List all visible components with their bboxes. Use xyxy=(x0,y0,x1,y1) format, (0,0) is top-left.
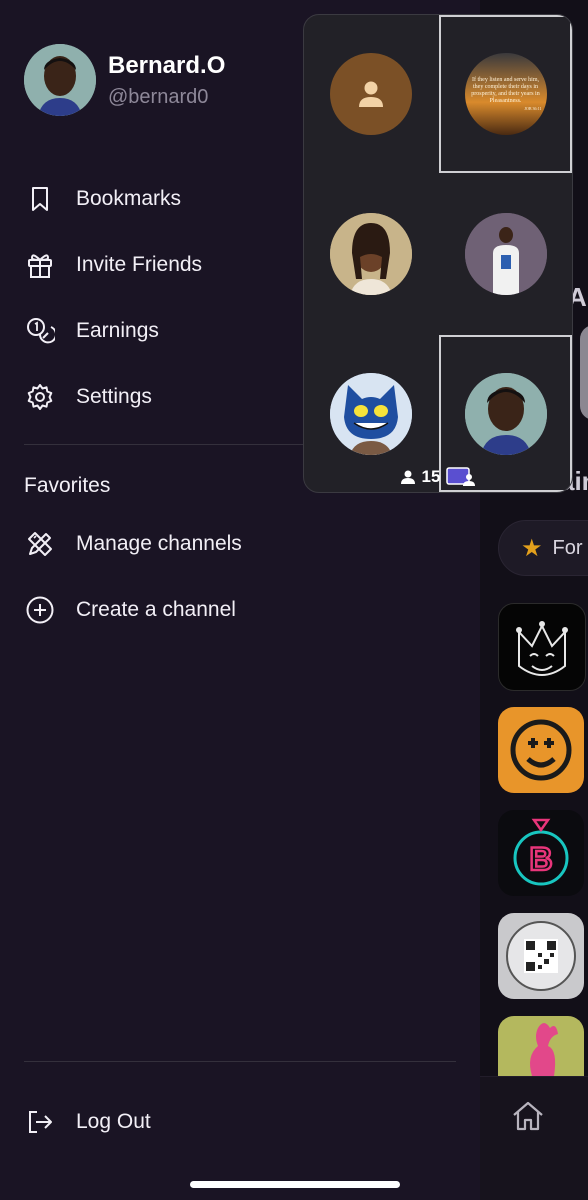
menu-item-label: Bookmarks xyxy=(76,187,182,210)
bottom-tab-bar xyxy=(480,1076,588,1200)
plus-circle-icon xyxy=(24,594,56,626)
participant-avatar xyxy=(464,213,547,295)
gift-icon xyxy=(24,249,56,281)
participant-avatar: If they listen and serve him, they compl… xyxy=(464,53,547,135)
participant-avatar xyxy=(329,373,412,455)
pixel-smiley-icon xyxy=(510,719,572,781)
favorites-tab-label: For xyxy=(552,536,583,559)
person-icon xyxy=(400,470,415,484)
cat-jester-icon xyxy=(516,621,568,676)
self-photo xyxy=(464,372,547,455)
person-icon xyxy=(358,81,383,107)
menu-item-settings[interactable]: Settings xyxy=(24,364,202,430)
verse-text: If they listen and serve him, they compl… xyxy=(471,76,540,104)
participant-avatar xyxy=(464,372,547,455)
menu-item-manage-channels[interactable]: Manage channels xyxy=(24,511,242,577)
logout-label: Log Out xyxy=(76,1110,151,1133)
channel-tile[interactable] xyxy=(498,913,584,999)
channel-tile[interactable] xyxy=(498,707,584,793)
logout-button[interactable]: Log Out xyxy=(24,1089,151,1155)
participant-tile[interactable] xyxy=(439,175,572,333)
rooster-icon xyxy=(530,1023,558,1076)
drawer-menu: Bookmarks Invite Friends Earnings Settin… xyxy=(24,166,202,430)
menu-item-create-channel[interactable]: Create a channel xyxy=(24,577,242,643)
student-avatar xyxy=(464,213,547,295)
anime-girl-avatar xyxy=(329,213,412,295)
participant-avatar xyxy=(329,213,412,295)
channel-tile[interactable] xyxy=(498,603,586,691)
favorites-menu: Manage channels Create a channel xyxy=(24,511,242,643)
call-overlay[interactable]: If they listen and serve him, they compl… xyxy=(303,14,573,493)
menu-item-label: Settings xyxy=(76,385,152,408)
menu-item-bookmarks[interactable]: Bookmarks xyxy=(24,166,202,232)
screen-share-icon[interactable] xyxy=(446,467,476,487)
bg-gray-element xyxy=(580,325,588,420)
menu-item-label: Create a channel xyxy=(76,598,236,621)
profile-handle: @bernard0 xyxy=(108,85,209,108)
pencil-ruler-icon xyxy=(24,528,56,560)
menu-item-earnings[interactable]: Earnings xyxy=(24,298,202,364)
menu-item-label: Earnings xyxy=(76,319,159,342)
cat-cartoon-avatar xyxy=(329,373,412,455)
channel-tile[interactable] xyxy=(498,1016,584,1076)
logout-icon xyxy=(24,1106,56,1138)
profile-header[interactable]: Bernard.O @bernard0 xyxy=(24,44,225,116)
menu-item-label: Invite Friends xyxy=(76,253,203,276)
favorites-tab[interactable]: ★ For xyxy=(498,520,588,576)
qr-seal-icon xyxy=(506,921,576,991)
profile-name: Bernard.O xyxy=(108,51,226,79)
bookmark-icon xyxy=(24,183,56,215)
svg-text:B: B xyxy=(529,841,552,877)
participant-tile[interactable] xyxy=(304,15,437,173)
avatar[interactable] xyxy=(24,44,96,116)
star-icon: ★ xyxy=(521,534,543,562)
participant-tile[interactable] xyxy=(304,175,437,333)
call-footer: 15 xyxy=(304,462,572,492)
favorites-heading: Favorites xyxy=(24,474,111,497)
gear-icon xyxy=(24,381,56,413)
menu-item-invite-friends[interactable]: Invite Friends xyxy=(24,232,202,298)
home-icon[interactable] xyxy=(510,1099,546,1133)
home-indicator[interactable] xyxy=(190,1181,400,1188)
participant-count: 15 xyxy=(421,467,441,486)
participant-tile-speaking[interactable]: If they listen and serve him, they compl… xyxy=(439,15,572,173)
neon-b-icon: B xyxy=(513,818,569,886)
coins-icon xyxy=(24,315,56,347)
participant-avatar-placeholder xyxy=(329,53,412,135)
channel-tile[interactable]: B xyxy=(498,810,584,896)
verse-reference: JOB 36:11 xyxy=(524,105,542,111)
menu-item-label: Manage channels xyxy=(76,532,242,555)
profile-photo xyxy=(24,44,96,116)
divider xyxy=(24,1061,456,1062)
